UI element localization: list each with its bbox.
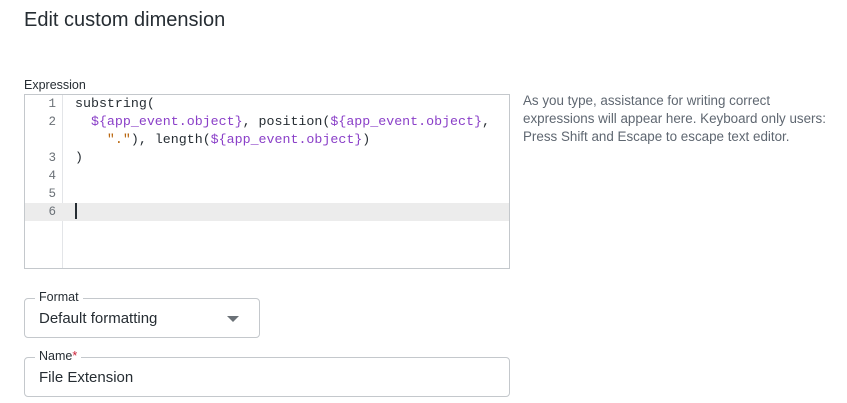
code-token: ), length( <box>130 132 211 147</box>
code-token: ) <box>362 132 371 147</box>
format-select[interactable]: Format Default formatting <box>24 290 260 338</box>
expression-editor[interactable]: 1 substring(2 ${app_event.object}, positi… <box>24 94 510 269</box>
page-title: Edit custom dimension <box>24 9 226 31</box>
code-text <box>75 203 77 222</box>
code-string-token: "." <box>106 132 131 147</box>
expression-help-text: As you type, assistance for writing corr… <box>523 93 826 144</box>
chevron-down-icon[interactable] <box>227 316 239 322</box>
code-token: ) <box>75 150 83 165</box>
line-number: 5 <box>48 187 56 201</box>
code-line[interactable]: "."), length(${app_event.object}) <box>25 131 509 149</box>
code-token: substring( <box>75 96 155 111</box>
code-variable-token: ${app_event.object} <box>90 114 243 129</box>
code-line[interactable]: 2 ${app_event.object}, position(${app_ev… <box>25 113 509 131</box>
code-text: "."), length(${app_event.object}) <box>75 131 370 149</box>
code-token: , <box>481 114 490 129</box>
code-line[interactable]: 1 substring( <box>25 95 509 113</box>
format-value: Default formatting <box>39 310 158 327</box>
required-indicator: * <box>72 349 78 363</box>
code-line[interactable]: 6 <box>25 203 509 221</box>
code-line[interactable]: 3) <box>25 149 509 167</box>
code-text: ) <box>75 149 83 167</box>
expression-label: Expression <box>24 78 86 92</box>
line-number: 2 <box>48 115 56 129</box>
code-text: ${app_event.object}, position(${app_even… <box>75 113 490 131</box>
code-text: substring( <box>75 95 155 113</box>
line-number: 4 <box>48 169 56 183</box>
format-label: Format <box>35 290 83 304</box>
code-line[interactable]: 4 <box>25 167 509 185</box>
line-number: 6 <box>48 205 56 219</box>
text-cursor <box>75 203 77 219</box>
name-input-value[interactable]: File Extension <box>39 369 133 386</box>
code-variable-token: ${app_event.object} <box>210 132 363 147</box>
code-line[interactable]: 5 <box>25 185 509 203</box>
code-token: , position( <box>242 114 331 129</box>
line-number: 3 <box>48 151 56 165</box>
name-label: Name* <box>35 349 82 363</box>
name-field[interactable]: Name* File Extension <box>24 349 510 397</box>
code-variable-token: ${app_event.object} <box>330 114 482 129</box>
line-number: 1 <box>48 97 56 111</box>
